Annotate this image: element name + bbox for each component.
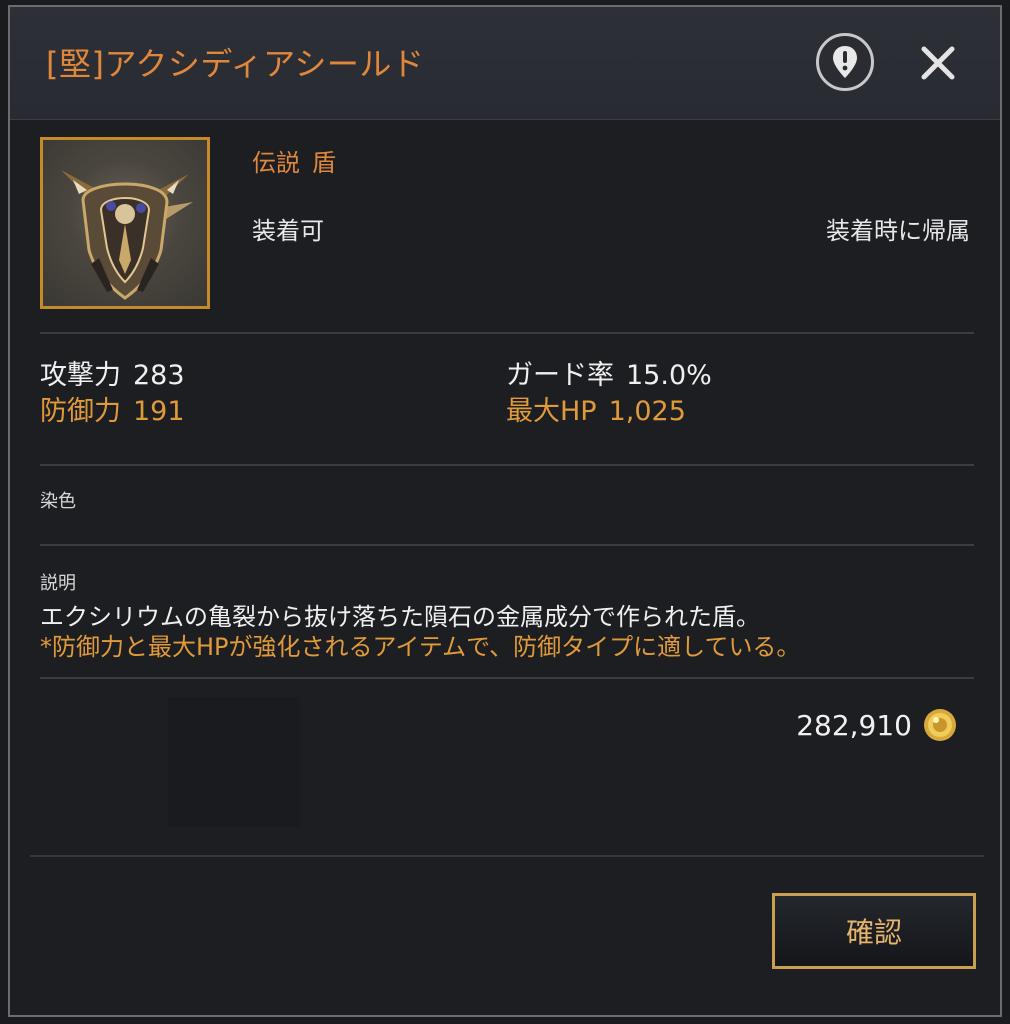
exclamation-pin-icon (833, 46, 857, 78)
divider (40, 464, 974, 466)
screen-background: [堅]アクシディアシールド 伝説 盾 装着可 装着時に帰属 攻撃力 283 ガー… (0, 0, 1010, 1024)
description-note: *防御力と最大HPが強化されるアイテムで、防御タイプに適している。 (40, 633, 801, 661)
shield-item-icon (61, 170, 193, 300)
stat-label: 攻撃力 (40, 360, 121, 391)
close-icon (921, 46, 955, 80)
report-button[interactable] (816, 33, 874, 91)
item-detail-dialog: [堅]アクシディアシールド 伝説 盾 装着可 装着時に帰属 攻撃力 283 ガー… (8, 5, 1002, 1017)
dialog-header: [堅]アクシディアシールド (10, 7, 1000, 120)
stat-label: ガード率 (506, 360, 614, 391)
footer-divider (30, 855, 984, 857)
stat-attack: 攻撃力 283 (40, 353, 185, 392)
stat-max-hp: 最大HP 1,025 (506, 389, 686, 428)
stat-value: 1,025 (608, 396, 686, 427)
bind-status: 装着時に帰属 (826, 217, 970, 245)
gold-coin-icon (924, 709, 956, 741)
stat-value: 283 (133, 360, 185, 391)
price-value: 282,910 (796, 708, 912, 742)
item-grade-type: 伝説盾 (252, 143, 336, 178)
item-type: 盾 (312, 149, 336, 177)
stat-guard-rate: ガード率 15.0% (506, 353, 712, 392)
stat-value: 191 (133, 396, 185, 427)
stat-label: 防御力 (40, 396, 121, 427)
stat-defense: 防御力 191 (40, 389, 185, 428)
empty-slot (168, 697, 300, 827)
confirm-button[interactable]: 確認 (772, 893, 976, 969)
equip-status: 装着可 (252, 217, 324, 245)
item-title: [堅]アクシディアシールド (46, 45, 425, 83)
dye-label: 染色 (40, 491, 76, 512)
price-display: 282,910 (796, 707, 958, 743)
stat-label: 最大HP (506, 396, 597, 427)
item-grade: 伝説 (252, 149, 300, 177)
divider (40, 677, 974, 679)
stat-value: 15.0% (626, 360, 712, 391)
close-button[interactable] (912, 37, 964, 89)
description-label: 説明 (40, 573, 76, 594)
divider (40, 332, 974, 334)
item-icon-frame (40, 137, 210, 309)
divider (40, 544, 974, 546)
